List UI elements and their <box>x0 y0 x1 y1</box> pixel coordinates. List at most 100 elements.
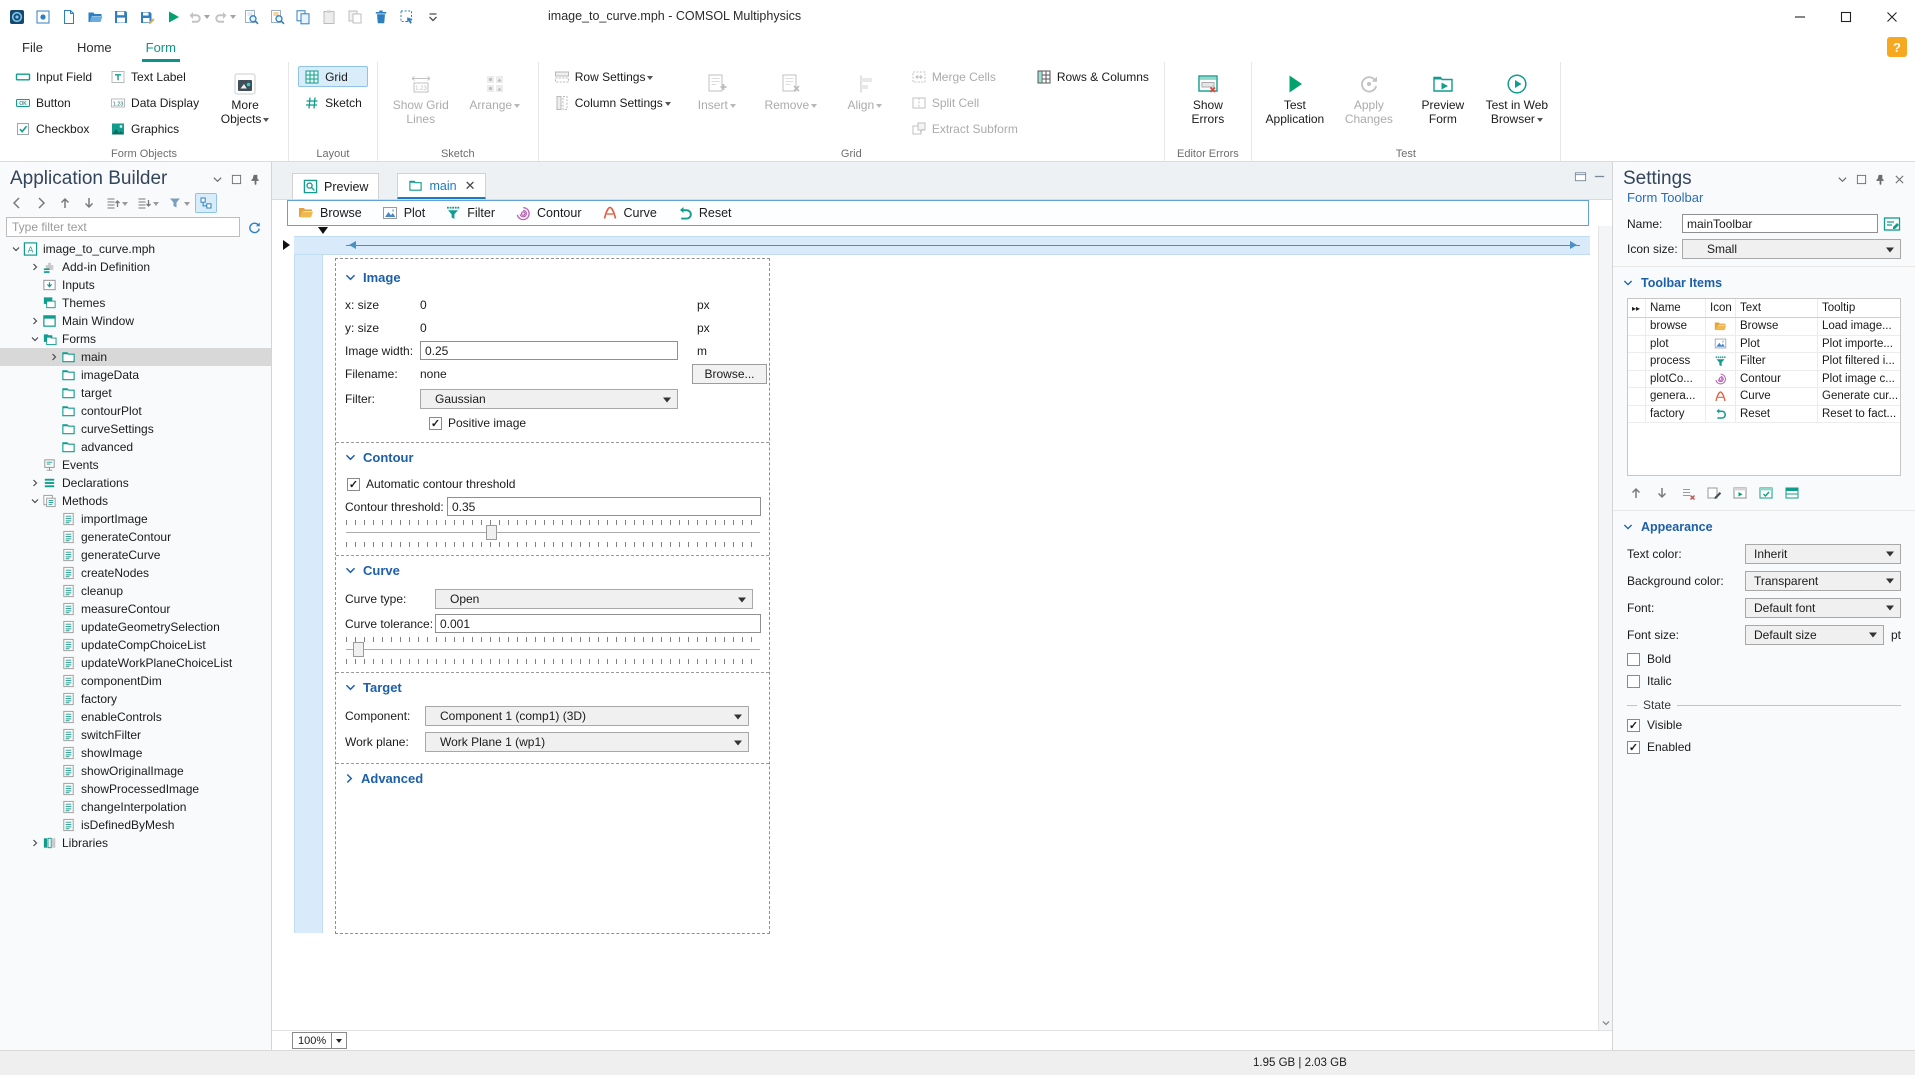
ribbon-button-test-application[interactable]: Test Application <box>1261 66 1329 140</box>
tree-item-measurecontour[interactable]: measureContour <box>0 600 271 618</box>
selected-toolbar-row[interactable] <box>294 236 1590 255</box>
text-color-dropdown[interactable]: Inherit <box>1745 543 1901 564</box>
section-target[interactable]: Target <box>345 680 761 695</box>
tree-item-add-in-definition[interactable]: Add-in Definition <box>0 258 271 276</box>
tree-item-curvesettings[interactable]: curveSettings <box>0 420 271 438</box>
help-button[interactable]: ? <box>1887 37 1907 57</box>
zoom-control[interactable]: 100% <box>292 1032 348 1049</box>
name-input[interactable]: mainToolbar <box>1682 214 1878 233</box>
tree-item-inputs[interactable]: Inputs <box>0 276 271 294</box>
editor-tab-preview[interactable]: Preview <box>292 173 380 199</box>
form-toolbar-button-browse[interactable]: Browse <box>298 205 362 221</box>
collapse-all-icon[interactable] <box>102 193 131 213</box>
row-selector-cell[interactable] <box>1628 335 1646 352</box>
grid-row-header[interactable] <box>294 236 323 933</box>
row-selector-cell[interactable] <box>1628 318 1646 335</box>
ribbon-button-data-display[interactable]: 1.23 Data Display <box>104 92 205 113</box>
auto-threshold-checkbox[interactable]: ✓ <box>347 477 360 491</box>
ribbon-button-more-objects[interactable]: More Objects <box>211 66 279 140</box>
qat-undo-icon[interactable] <box>186 4 211 30</box>
section-toolbar-items[interactable]: Toolbar Items <box>1613 266 1915 296</box>
browse-file-button[interactable]: Browse... <box>692 364 767 384</box>
forward-icon[interactable] <box>30 193 52 213</box>
expander-expanded-icon[interactable] <box>27 332 42 347</box>
split-editor-icon[interactable] <box>1593 170 1606 183</box>
model-toggle-icon[interactable] <box>195 193 217 213</box>
expander-expanded-icon[interactable] <box>8 242 23 257</box>
qat-select-region-icon[interactable] <box>394 4 419 30</box>
test-window-icon[interactable] <box>1731 484 1749 502</box>
toolbar-items-table[interactable]: ▸▸ Name Icon Text Tooltip browse Browse Load im… <box>1627 298 1901 476</box>
tree-item-updatecompchoicelist[interactable]: updateCompChoiceList <box>0 636 271 654</box>
rows-layout-icon[interactable] <box>1783 484 1801 502</box>
zoom-dropdown-icon[interactable] <box>331 1033 346 1048</box>
ribbon-button-row-settings[interactable]: Row Settings <box>548 66 677 87</box>
qat-open-file-icon[interactable] <box>82 4 107 30</box>
work-plane-dropdown[interactable]: Work Plane 1 (wp1) <box>425 732 749 752</box>
image-width-input[interactable]: 0.25 <box>420 341 678 360</box>
move-up-icon[interactable] <box>1627 484 1645 502</box>
vertical-scrollbar[interactable] <box>1598 226 1612 1030</box>
refresh-icon[interactable] <box>244 217 265 237</box>
ribbon-button-column-settings[interactable]: Column Settings <box>548 92 677 113</box>
slider-thumb[interactable] <box>485 525 497 540</box>
tree-filter-input[interactable] <box>6 217 240 237</box>
form-toolbar-button-reset[interactable]: Reset <box>677 205 732 221</box>
row-selector-cell[interactable] <box>1628 388 1646 405</box>
tree-item-themes[interactable]: Themes <box>0 294 271 312</box>
ribbon-button-graphics[interactable]: Graphics <box>104 118 205 139</box>
curve-tolerance-input[interactable]: 0.001 <box>435 614 761 633</box>
ribbon-button-button[interactable]: OK Button <box>9 92 98 113</box>
panel-menu-chevron-icon[interactable] <box>210 172 225 187</box>
qat-copy-icon[interactable] <box>290 4 315 30</box>
edit-name-icon[interactable] <box>1883 215 1901 233</box>
ribbon-button-input-field[interactable]: Input Field <box>9 66 98 87</box>
tree-item-declarations[interactable]: Declarations <box>0 474 271 492</box>
ribbon-button-test-in-web-browser[interactable]: Test in Web Browser <box>1483 66 1551 140</box>
expander-collapsed-icon[interactable] <box>27 314 42 329</box>
tab-form[interactable]: Form <box>141 33 181 62</box>
float-panel-icon[interactable] <box>229 172 244 187</box>
pin-panel-icon[interactable] <box>1873 172 1888 187</box>
visible-checkbox[interactable]: ✓ <box>1627 718 1640 732</box>
slider-thumb[interactable] <box>353 642 365 657</box>
edit-item-icon[interactable] <box>1705 484 1723 502</box>
tree-item-createnodes[interactable]: createNodes <box>0 564 271 582</box>
font-size-dropdown[interactable]: Default size <box>1745 624 1884 645</box>
icon-size-dropdown[interactable]: Small <box>1682 239 1901 259</box>
close-button[interactable] <box>1869 0 1915 33</box>
form-toolbar-button-filter[interactable]: Filter <box>445 205 495 221</box>
maximize-editor-icon[interactable] <box>1574 170 1587 183</box>
tree-item-forms[interactable]: Forms <box>0 330 271 348</box>
form-toolbar-button-contour[interactable]: Contour <box>515 205 582 221</box>
main-form[interactable]: Image x: size 0 px y: size 0 px Image width:… <box>335 258 770 934</box>
table-row-curve[interactable]: genera... Curve Generate cur... <box>1628 388 1900 406</box>
curve-tolerance-slider[interactable] <box>346 642 760 657</box>
table-row-reset[interactable]: factory Reset Reset to fact... <box>1628 405 1900 423</box>
ribbon-button-rows-columns[interactable]: Rows & Columns <box>1030 66 1155 87</box>
tree-item-contourplot[interactable]: contourPlot <box>0 402 271 420</box>
qat-find-replace-icon[interactable] <box>264 4 289 30</box>
section-image[interactable]: Image <box>345 270 761 285</box>
tree-item-importimage[interactable]: importImage <box>0 510 271 528</box>
tree-item-switchfilter[interactable]: switchFilter <box>0 726 271 744</box>
tab-file[interactable]: File <box>22 33 43 62</box>
close-panel-icon[interactable] <box>1892 172 1907 187</box>
expander-collapsed-icon[interactable] <box>46 350 61 365</box>
expander-expanded-icon[interactable] <box>27 494 42 509</box>
italic-checkbox[interactable] <box>1627 674 1640 688</box>
section-appearance[interactable]: Appearance <box>1613 510 1915 540</box>
section-curve[interactable]: Curve <box>345 563 761 578</box>
ribbon-button-text-label[interactable]: Text Label <box>104 66 205 87</box>
row-selector-cell[interactable] <box>1628 405 1646 422</box>
qat-paste-icon[interactable] <box>316 4 341 30</box>
curve-type-dropdown[interactable]: Open <box>435 589 753 609</box>
form-canvas-area[interactable]: Image x: size 0 px y: size 0 px Image width:… <box>272 226 1598 1030</box>
move-down-icon[interactable] <box>78 193 100 213</box>
tree-item-updategeometryselection[interactable]: updateGeometrySelection <box>0 618 271 636</box>
tree-item-target[interactable]: target <box>0 384 271 402</box>
qat-application-window-icon[interactable] <box>30 4 55 30</box>
tree-item-factory[interactable]: factory <box>0 690 271 708</box>
ribbon-button-checkbox[interactable]: Checkbox <box>9 118 98 139</box>
tree-item-image-to-curve-mph[interactable]: Aimage_to_curve.mph <box>0 240 271 258</box>
